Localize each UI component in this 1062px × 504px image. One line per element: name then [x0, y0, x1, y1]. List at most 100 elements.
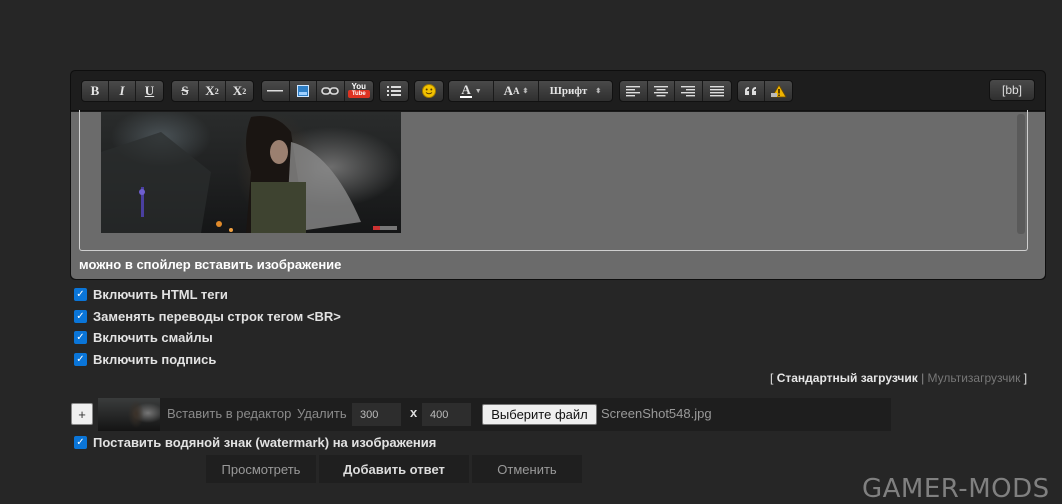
- font-color-button[interactable]: A ▼: [449, 81, 494, 101]
- delete-file-link[interactable]: Удалить: [297, 406, 347, 421]
- option-br-tags[interactable]: ✓ Заменять переводы строк тегом <BR>: [74, 308, 341, 324]
- updown-arrows-icon: ⬍: [522, 87, 529, 95]
- youtube-icon: You Tube: [347, 82, 370, 99]
- italic-button[interactable]: I: [109, 81, 136, 101]
- option-signature[interactable]: ✓ Включить подпись: [74, 351, 216, 367]
- width-value: 300: [360, 409, 379, 421]
- editor-toolbar: B I U S X2 X2 You Tube A ▼ A A ⬍ Шрифт ⬍…: [71, 71, 1045, 111]
- option-smilies-label: Включить смайлы: [93, 329, 213, 345]
- checkbox-html-tags[interactable]: ✓: [74, 287, 87, 301]
- image-icon: [296, 85, 309, 97]
- align-right-button[interactable]: [675, 81, 703, 101]
- uploader-switch: [ Стандартный загрузчик | Мультизагрузчи…: [770, 371, 1027, 385]
- script-group: S X2 X2: [171, 80, 254, 102]
- option-br-tags-label: Заменять переводы строк тегом <BR>: [93, 308, 341, 324]
- youtube-button[interactable]: You Tube: [345, 81, 373, 101]
- add-file-button[interactable]: +: [71, 403, 93, 425]
- multi-uploader-link[interactable]: Мультизагрузчик: [928, 371, 1021, 385]
- dimension-separator: x: [410, 405, 418, 420]
- option-watermark[interactable]: ✓ Поставить водяной знак (watermark) на …: [74, 434, 436, 450]
- cancel-button[interactable]: Отменить: [472, 455, 582, 483]
- submit-reply-button[interactable]: Добавить ответ: [319, 455, 469, 483]
- superscript-button[interactable]: X2: [199, 81, 226, 101]
- checkbox-signature[interactable]: ✓: [74, 352, 87, 366]
- checkbox-smilies[interactable]: ✓: [74, 330, 87, 344]
- uploaded-thumbnail: [98, 398, 160, 431]
- bold-button[interactable]: B: [82, 81, 109, 101]
- font-color-letter: A: [461, 82, 471, 97]
- updown-arrows-icon: ⬍: [595, 87, 602, 95]
- bbcode-editor: B I U S X2 X2 You Tube A ▼ A A ⬍ Шрифт ⬍…: [70, 70, 1046, 280]
- bbcode-toggle-label: [bb]: [1001, 83, 1022, 97]
- align-group: [619, 80, 732, 102]
- subscript-mark: 2: [242, 86, 247, 96]
- smiley-button[interactable]: [415, 81, 443, 101]
- spoiler-frame: [79, 110, 1028, 251]
- superscript-label: X: [205, 83, 215, 98]
- image-button[interactable]: [290, 81, 318, 101]
- bracket-open: [: [770, 371, 774, 385]
- standard-uploader-link[interactable]: Стандартный загрузчик: [777, 371, 918, 385]
- option-watermark-label: Поставить водяной знак (watermark) на из…: [93, 434, 437, 450]
- list-group: [379, 80, 409, 102]
- option-signature-label: Включить подпись: [93, 351, 217, 367]
- preview-button[interactable]: Просмотреть: [206, 455, 316, 483]
- choose-file-label: Выберите файл: [491, 407, 588, 422]
- link-icon: [321, 87, 340, 95]
- checkbox-watermark[interactable]: ✓: [74, 435, 87, 449]
- link-button[interactable]: [317, 81, 345, 101]
- subscript-button[interactable]: X2: [226, 81, 253, 101]
- insert-into-editor-link[interactable]: Вставить в редактор: [167, 406, 291, 421]
- underline-button[interactable]: U: [136, 81, 163, 101]
- font-family-label: Шрифт: [549, 85, 588, 97]
- width-input[interactable]: 300: [352, 403, 401, 426]
- insert-group: You Tube: [261, 80, 374, 102]
- bbcode-toggle-button[interactable]: [bb]: [989, 79, 1035, 101]
- italic-label: I: [119, 83, 125, 98]
- uploaded-file-row: Вставить в редактор Удалить 300 x 400 Вы…: [98, 398, 891, 431]
- option-html-tags-label: Включить HTML теги: [93, 286, 228, 302]
- hr-button[interactable]: [262, 81, 290, 101]
- selected-filename: ScreenShot548.jpg: [601, 406, 712, 421]
- option-smilies[interactable]: ✓ Включить смайлы: [74, 329, 213, 345]
- screenshot-scene: [101, 116, 361, 233]
- option-html-tags[interactable]: ✓ Включить HTML теги: [74, 286, 228, 302]
- align-left-icon: [626, 85, 641, 96]
- checkbox-br-tags[interactable]: ✓: [74, 309, 87, 323]
- spoiler-button[interactable]: [765, 81, 792, 101]
- font-family-select[interactable]: Шрифт ⬍: [539, 81, 612, 101]
- strike-button[interactable]: S: [172, 81, 199, 101]
- quote-icon: [745, 87, 756, 95]
- font-size-select[interactable]: A A ⬍: [494, 81, 539, 101]
- add-file-label: +: [78, 406, 86, 422]
- align-justify-icon: [709, 85, 724, 96]
- choose-file-button[interactable]: Выберите файл: [482, 404, 597, 425]
- smiley-group: [414, 80, 444, 102]
- font-size-big-letter: A: [503, 83, 513, 98]
- underline-label: U: [144, 83, 155, 98]
- list-icon: [387, 86, 401, 96]
- align-right-icon: [681, 85, 696, 96]
- preview-label: Просмотреть: [221, 461, 301, 477]
- bracket-close: ]: [1023, 371, 1028, 385]
- cancel-label: Отменить: [497, 461, 557, 477]
- horizontal-rule-icon: [267, 90, 284, 92]
- font-size-small-letter: A: [513, 86, 520, 96]
- font-group: A ▼ A A ⬍ Шрифт ⬍: [448, 80, 613, 102]
- game-hud-element: [373, 226, 397, 230]
- height-input[interactable]: 400: [422, 403, 471, 426]
- youtube-bottom-label: Tube: [347, 90, 370, 98]
- align-justify-button[interactable]: [703, 81, 731, 101]
- quote-button[interactable]: [738, 81, 765, 101]
- block-group: [737, 80, 793, 102]
- list-button[interactable]: [380, 81, 408, 101]
- subscript-label: X: [232, 83, 243, 98]
- editor-content-area[interactable]: можно в спойлер вставить изображение: [71, 110, 1045, 279]
- youtube-top-label: You: [351, 82, 367, 91]
- editor-scrollbar[interactable]: [1017, 114, 1025, 234]
- align-center-button[interactable]: [648, 81, 676, 101]
- font-color-icon: A: [460, 82, 472, 98]
- align-center-icon: [653, 85, 668, 96]
- superscript-mark: 2: [214, 86, 219, 96]
- align-left-button[interactable]: [620, 81, 648, 101]
